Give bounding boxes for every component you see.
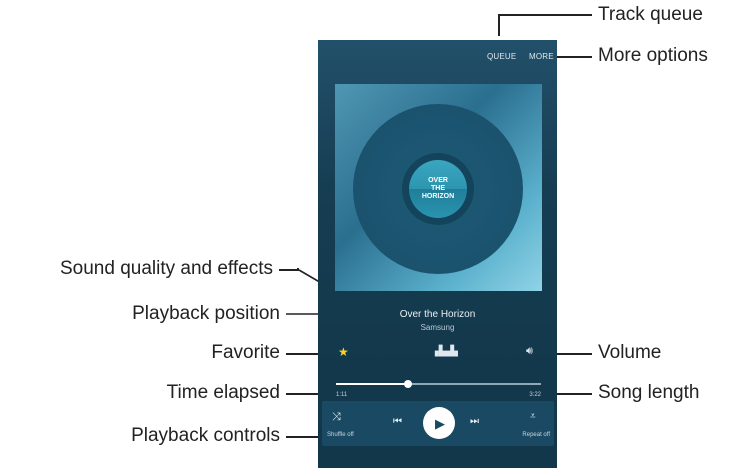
play-button[interactable]: ▶	[423, 407, 455, 439]
song-length: 3:22	[529, 392, 541, 398]
playback-controls: ⤨ Shuffle off ⏮︎ ▶ ⏭︎ ⩡ Repeat off	[322, 401, 554, 446]
next-icon[interactable]: ⏭︎	[470, 416, 479, 427]
album-art-title: OVER THE HORIZON	[409, 160, 467, 218]
playback-position-slider[interactable]	[336, 380, 541, 388]
label-favorite: Favorite	[211, 342, 280, 363]
music-player-screen: QUEUE MORE OVER THE HORIZON Over the Hor…	[318, 40, 557, 468]
slider-thumb[interactable]	[403, 380, 412, 388]
track-queue-leader-h	[498, 14, 592, 16]
label-playback-position: Playback position	[132, 303, 280, 324]
shuffle-icon[interactable]: ⤨	[332, 411, 341, 424]
playback-controls-leader	[286, 436, 322, 438]
label-song-length: Song length	[598, 382, 700, 403]
queue-button[interactable]: QUEUE	[487, 52, 516, 61]
shuffle-label: Shuffle off	[327, 432, 354, 438]
album-art-line: OVER	[428, 177, 448, 184]
previous-icon[interactable]: ⏮︎	[393, 416, 402, 427]
label-volume: Volume	[598, 342, 662, 363]
label-playback-controls: Playback controls	[131, 425, 280, 446]
label-sound-quality: Sound quality and effects	[59, 258, 273, 279]
time-elapsed-leader	[286, 393, 322, 395]
equalizer-icon[interactable]: ▗▙▟▖	[431, 346, 462, 357]
play-icon: ▶	[435, 416, 445, 431]
album-art: OVER THE HORIZON	[335, 84, 542, 291]
repeat-label: Repeat off	[522, 432, 550, 438]
more-options-leader	[555, 56, 592, 58]
progress-fill	[336, 383, 408, 385]
album-art-line: THE	[431, 185, 445, 192]
label-time-elapsed: Time elapsed	[166, 382, 280, 403]
song-title: Over the Horizon	[399, 309, 476, 320]
label-track-queue: Track queue	[598, 4, 703, 25]
time-elapsed: 1:11	[336, 392, 348, 398]
label-more-options: More options	[598, 45, 708, 66]
track-queue-leader	[498, 14, 500, 36]
sound-quality-leader	[279, 269, 299, 271]
album-art-line: HORIZON	[421, 193, 455, 200]
song-artist: Samsung	[420, 323, 455, 332]
repeat-icon[interactable]: ⩡	[530, 411, 536, 422]
volume-icon[interactable]: 🔊︎	[526, 345, 533, 358]
album-disc: OVER THE HORIZON	[353, 104, 523, 274]
star-icon[interactable]: ★	[338, 345, 349, 359]
more-button[interactable]: MORE	[529, 52, 554, 61]
